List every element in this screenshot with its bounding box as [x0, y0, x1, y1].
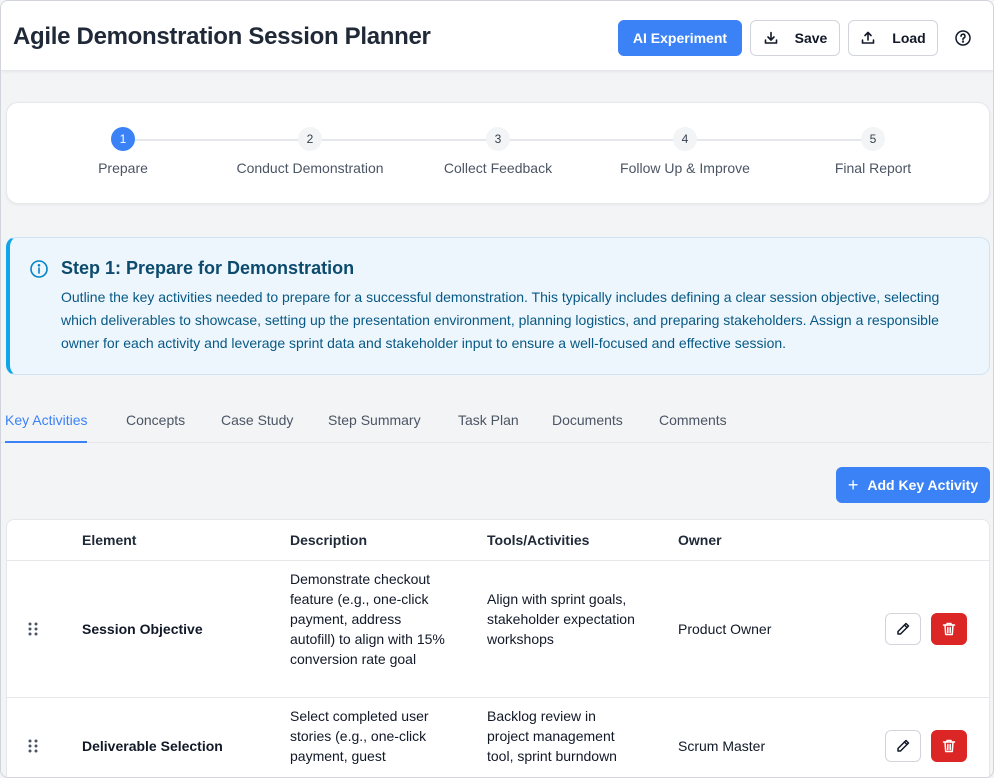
column-header-tools: Tools/Activities — [487, 532, 590, 548]
cell-owner: Product Owner — [678, 621, 772, 637]
step-collect-feedback[interactable]: 3 Collect Feedback — [398, 127, 598, 176]
step-number: 3 — [486, 127, 510, 151]
tab-bar: Key Activities Concepts Case Study Step … — [1, 401, 991, 443]
app-window: Agile Demonstration Session Planner AI E… — [0, 0, 994, 778]
ai-experiment-label: AI Experiment — [632, 30, 728, 46]
tab-documents[interactable]: Documents — [552, 412, 623, 443]
tab-task-plan[interactable]: Task Plan — [458, 412, 519, 443]
callout-title: Step 1: Prepare for Demonstration — [61, 258, 355, 278]
step-info-callout: Step 1: Prepare for Demonstration Outlin… — [6, 237, 990, 375]
step-label: Prepare — [98, 160, 148, 176]
step-number: 5 — [861, 127, 885, 151]
page-title: Agile Demonstration Session Planner — [13, 23, 431, 50]
help-icon[interactable] — [954, 29, 972, 47]
tab-concepts[interactable]: Concepts — [126, 412, 185, 443]
drag-handle-icon[interactable] — [27, 738, 39, 754]
trash-icon — [942, 739, 956, 753]
load-label: Load — [892, 30, 926, 46]
pencil-icon — [897, 622, 910, 635]
step-prepare[interactable]: 1 Prepare — [23, 127, 223, 176]
load-button[interactable]: Load — [848, 20, 938, 56]
step-conduct-demonstration[interactable]: 2 Conduct Demonstration — [210, 127, 410, 176]
key-activities-table: Element Description Tools/Activities Own… — [6, 519, 990, 777]
table-row: Deliverable Selection Select completed u… — [7, 698, 989, 777]
step-label: Follow Up & Improve — [620, 160, 750, 176]
column-header-element: Element — [82, 532, 137, 548]
step-label: Conduct Demonstration — [236, 160, 384, 176]
add-key-activity-button[interactable]: + Add Key Activity — [836, 467, 990, 503]
delete-button[interactable] — [931, 613, 967, 645]
upload-icon — [860, 30, 876, 46]
callout-body: Outline the key activities needed to pre… — [61, 289, 940, 351]
pencil-icon — [897, 739, 910, 752]
step-label: Final Report — [834, 160, 912, 176]
trash-icon — [942, 622, 956, 636]
step-label: Collect Feedback — [443, 160, 553, 176]
cell-element: Session Objective — [82, 621, 203, 637]
cell-tools: Align with sprint goals, stakeholder exp… — [487, 591, 635, 647]
cell-owner: Scrum Master — [678, 738, 766, 754]
edit-button[interactable] — [885, 613, 921, 645]
ai-experiment-button[interactable]: AI Experiment — [618, 20, 742, 56]
delete-button[interactable] — [931, 730, 967, 762]
tab-key-activities[interactable]: Key Activities — [5, 412, 88, 443]
step-number: 1 — [111, 127, 135, 151]
step-number: 4 — [673, 127, 697, 151]
cell-element: Deliverable Selection — [82, 738, 223, 754]
column-header-description: Description — [290, 532, 368, 548]
app-header: Agile Demonstration Session Planner AI E… — [1, 1, 993, 71]
table-row: Session Objective Demonstrate checkout f… — [7, 561, 989, 697]
drag-handle-icon[interactable] — [27, 621, 39, 637]
step-number: 2 — [298, 127, 322, 151]
save-label: Save — [794, 30, 828, 46]
step-follow-up[interactable]: 4 Follow Up & Improve — [585, 127, 785, 176]
progress-stepper: 1 Prepare 2 Conduct Demonstration 3 Coll… — [6, 102, 990, 204]
column-header-owner: Owner — [678, 532, 722, 548]
info-icon — [29, 259, 49, 279]
tab-comments[interactable]: Comments — [659, 412, 727, 443]
plus-icon: + — [847, 475, 859, 495]
cell-description: Demonstrate checkout feature (e.g., one-… — [290, 571, 445, 667]
step-final-report[interactable]: 5 Final Report — [773, 127, 973, 176]
tab-step-summary[interactable]: Step Summary — [328, 412, 421, 443]
cell-description: Select completed user stories (e.g., one… — [290, 708, 429, 764]
add-key-activity-label: Add Key Activity — [867, 477, 979, 493]
download-icon — [763, 30, 779, 46]
save-button[interactable]: Save — [750, 20, 840, 56]
cell-tools: Backlog review in project management too… — [487, 708, 617, 764]
tab-case-study[interactable]: Case Study — [221, 412, 293, 443]
edit-button[interactable] — [885, 730, 921, 762]
